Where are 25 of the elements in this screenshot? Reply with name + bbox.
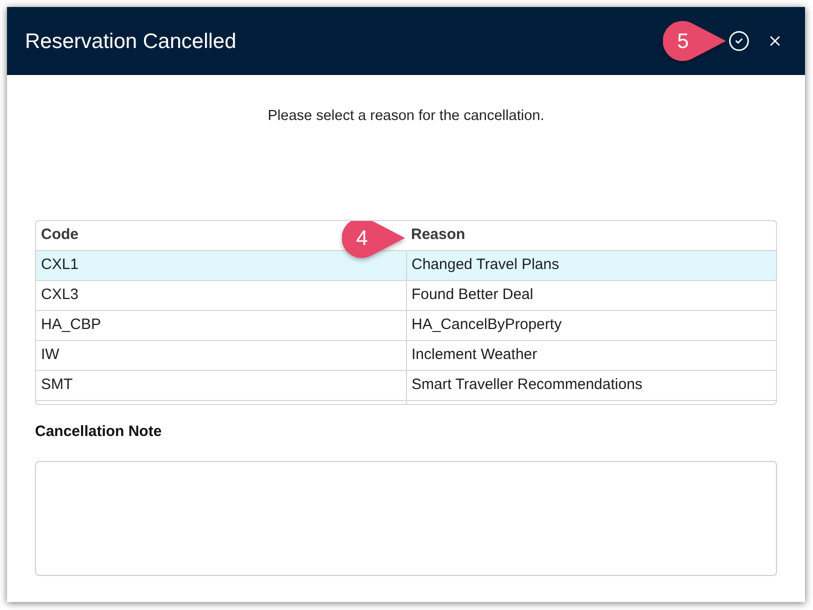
table-cell-text: HA_CancelByProperty — [410, 315, 563, 336]
callout-badge: 4 — [342, 221, 406, 258]
table-cell: CXL1 — [36, 251, 406, 280]
table-cell: SMT — [36, 371, 406, 400]
table-cell-text: Found Better Deal — [410, 285, 534, 306]
column-header: Code — [41, 225, 78, 246]
confirm-button[interactable] — [728, 30, 750, 52]
table-row[interactable]: SMT Smart Traveller Recommendations — [36, 371, 776, 401]
callout-badge: 5 — [663, 21, 727, 61]
note-label: Cancellation Note — [35, 422, 162, 442]
table-cell: IW — [36, 341, 406, 370]
check-circle-icon — [728, 30, 750, 52]
table-row[interactable]: CXL3 Found Better Deal — [36, 281, 776, 311]
window-title: Reservation Cancelled — [25, 30, 236, 52]
table-cell-text: Inclement Weather — [410, 345, 538, 366]
table-cell-text: Smart Traveller Recommendations — [410, 375, 644, 396]
column-header: Reason — [411, 225, 466, 246]
table-row[interactable]: HA_CBP HA_CancelByProperty — [36, 311, 776, 341]
note-field[interactable] — [35, 461, 777, 576]
table-cell-text: Changed Travel Plans — [410, 255, 560, 276]
table-row[interactable]: IW Inclement Weather — [36, 341, 776, 371]
table-row[interactable]: CXL1 Changed Travel Plans — [36, 251, 776, 281]
instruction-text: Please select a reason for the cancellation. — [268, 107, 544, 126]
table-cell: CXL3 — [36, 281, 406, 310]
table-cell: HA_CBP — [36, 311, 406, 340]
